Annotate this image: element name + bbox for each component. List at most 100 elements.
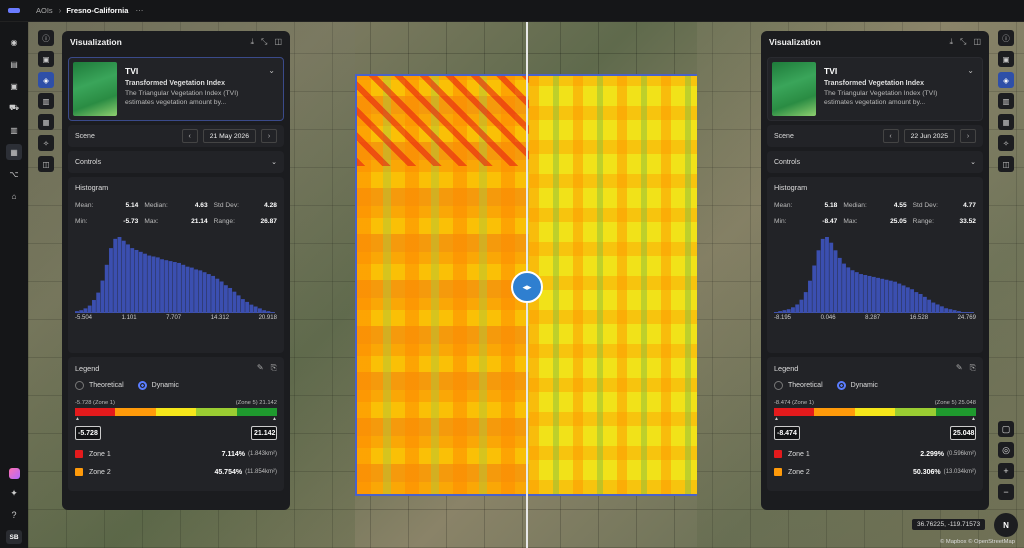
next-scene-button[interactable]: ›: [261, 129, 277, 143]
theoretical-radio[interactable]: Theoretical: [75, 381, 124, 390]
histogram-bar: [215, 278, 220, 313]
ramp-handle-right[interactable]: ▲: [272, 416, 277, 422]
workflow-nav-icon[interactable]: ⌥: [6, 166, 22, 182]
compare-icon[interactable]: ◫: [998, 156, 1014, 172]
sparkle-icon[interactable]: ✧: [38, 135, 54, 151]
histogram-bar: [850, 270, 855, 313]
map-icon[interactable]: ▦: [998, 114, 1014, 130]
help-icon[interactable]: ?: [0, 510, 28, 520]
histogram-bar: [914, 292, 919, 313]
notifications-bell-icon[interactable]: ✦: [0, 488, 28, 499]
locate-icon[interactable]: ◎: [998, 442, 1014, 458]
max-value: 21.14: [191, 218, 208, 225]
index-title: TVI: [125, 66, 139, 76]
theoretical-label: Theoretical: [89, 382, 124, 389]
dock-icon[interactable]: ◫: [274, 37, 282, 47]
controls-accordion[interactable]: Controls ⌄: [767, 151, 983, 173]
bookmark-icon[interactable]: ▢: [998, 421, 1014, 437]
compass-button[interactable]: N: [994, 513, 1018, 537]
next-scene-button[interactable]: ›: [960, 129, 976, 143]
median-value: 4.63: [194, 202, 208, 209]
sparkle-icon[interactable]: ✧: [998, 135, 1014, 151]
radio-dot[interactable]: [75, 381, 84, 390]
apps-launcher[interactable]: [0, 468, 28, 479]
dynamic-radio[interactable]: Dynamic: [137, 381, 179, 390]
breadcrumb-more-button[interactable]: ···: [135, 6, 143, 15]
min-value-input[interactable]: -8.474: [774, 426, 800, 440]
dock-icon[interactable]: ◫: [973, 37, 981, 47]
edit-icon[interactable]: ✎: [257, 363, 264, 373]
histogram-bar: [262, 310, 267, 313]
ramp-handle-left[interactable]: ▲: [75, 416, 80, 422]
edit-icon[interactable]: ✎: [956, 363, 963, 373]
max-value-input[interactable]: 21.142: [251, 426, 277, 440]
index-thumbnail: [73, 62, 117, 116]
histogram-bar: [96, 292, 101, 313]
median-label: Median:: [843, 202, 867, 209]
map-icon[interactable]: ▦: [38, 114, 54, 130]
histogram-bar: [786, 309, 791, 313]
zoom-in-button[interactable]: +: [998, 463, 1014, 479]
user-menu[interactable]: SB: [0, 530, 28, 544]
dynamic-radio[interactable]: Dynamic: [836, 381, 878, 390]
ramp-segment: [935, 408, 977, 416]
scene-row: Scene ‹ 21 May 2026 ›: [68, 125, 284, 147]
map-attribution[interactable]: © Mapbox © OpenStreetMap: [940, 539, 1015, 545]
radio-dot[interactable]: [836, 381, 846, 390]
chevron-down-icon[interactable]: ⌄: [268, 66, 275, 116]
truck-nav-icon[interactable]: ▣: [6, 78, 22, 94]
info-icon[interactable]: ⓘ: [38, 30, 54, 46]
image-icon[interactable]: ▣: [38, 51, 54, 67]
chart-nav-icon[interactable]: ▥: [6, 122, 22, 138]
ramp-handle-left[interactable]: ▲: [774, 416, 779, 422]
histogram-bar: [795, 304, 800, 313]
min-value-input[interactable]: -5.728: [75, 426, 101, 440]
histogram-bar: [130, 248, 135, 313]
swipe-handle[interactable]: ◂▸: [511, 271, 543, 303]
info-icon[interactable]: ⓘ: [998, 30, 1014, 46]
layers-nav-icon[interactable]: ▤: [6, 56, 22, 72]
index-description: The Triangular Vegetation Index (TVI) es…: [125, 90, 239, 106]
zone-low-label: -8.474 (Zone 1): [774, 400, 814, 406]
histogram-bar: [782, 310, 787, 313]
zone-area: (1.843km²): [247, 451, 277, 457]
download-icon[interactable]: ⤓: [250, 37, 254, 47]
layers-icon[interactable]: ◈: [998, 72, 1014, 88]
breadcrumb-aois[interactable]: AOIs: [36, 6, 53, 15]
export-icon[interactable]: ⎘: [271, 363, 277, 373]
compare-icon[interactable]: ◫: [38, 156, 54, 172]
app-logo[interactable]: [0, 0, 28, 22]
chart-icon[interactable]: ▥: [38, 93, 54, 109]
export-icon[interactable]: ⎘: [970, 363, 976, 373]
cart-nav-icon[interactable]: ⛟: [6, 100, 22, 116]
previous-scene-button[interactable]: ‹: [882, 129, 899, 143]
controls-accordion[interactable]: Controls ⌄: [68, 151, 284, 173]
ramp-segment: [854, 408, 896, 416]
apps-icon[interactable]: [8, 468, 20, 479]
theoretical-radio[interactable]: Theoretical: [774, 381, 823, 390]
color-ramp: [774, 408, 977, 416]
map-nav-icon[interactable]: ▦: [6, 144, 22, 160]
store-nav-icon[interactable]: ⌂: [6, 188, 22, 204]
chart-icon[interactable]: ▥: [998, 93, 1014, 109]
download-icon[interactable]: ⤓: [949, 37, 953, 47]
collapse-icon[interactable]: ⤡: [261, 37, 267, 47]
compass-nav-icon[interactable]: ◉: [6, 34, 22, 50]
radio-dot[interactable]: [137, 381, 147, 390]
scene-date-select[interactable]: 21 May 2026: [202, 129, 256, 143]
radio-dot[interactable]: [774, 381, 783, 390]
ramp-handle-right[interactable]: ▲: [971, 416, 976, 422]
previous-scene-button[interactable]: ‹: [181, 129, 198, 143]
scene-date-select[interactable]: 22 Jun 2025: [903, 129, 955, 143]
index-selector[interactable]: TVI Transformed Vegetation Index The Tri…: [68, 57, 284, 121]
image-icon[interactable]: ▣: [998, 51, 1014, 67]
hist-tick: 0.046: [820, 315, 836, 321]
zoom-out-button[interactable]: −: [998, 484, 1014, 500]
max-value-input[interactable]: 25.048: [950, 426, 976, 440]
index-selector[interactable]: TVI Transformed Vegetation Index The Tri…: [767, 57, 983, 121]
layers-icon[interactable]: ◈: [38, 72, 54, 88]
chevron-down-icon[interactable]: ⌄: [967, 66, 974, 116]
collapse-icon[interactable]: ⤡: [960, 37, 966, 47]
median-label: Median:: [144, 202, 168, 209]
avatar[interactable]: SB: [6, 530, 22, 544]
